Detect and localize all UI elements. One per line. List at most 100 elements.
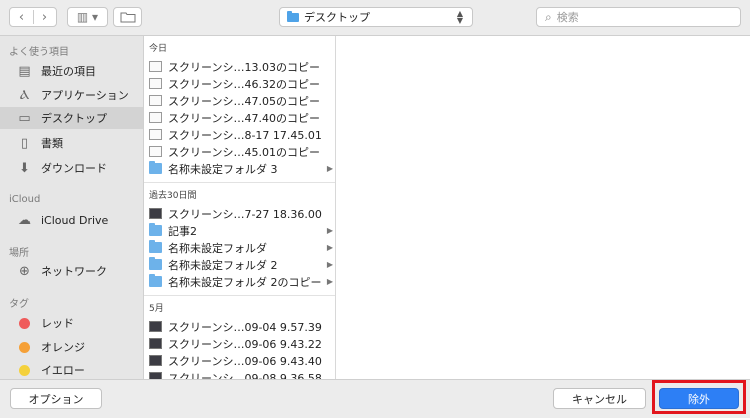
list-item[interactable]: 名称未設定フォルダ 3 ▶ <box>144 160 335 177</box>
file-name: スクリーンシ…7-27 18.36.00 <box>168 207 322 221</box>
list-item[interactable]: スクリーンシ…09-08 9.36.58 <box>144 369 335 379</box>
list-item[interactable]: 名称未設定フォルダ ▶ <box>144 239 335 256</box>
list-item[interactable]: スクリーンシ…45.01のコピー <box>144 143 335 160</box>
screenshot-file-icon <box>149 355 162 366</box>
location-label: デスクトップ <box>304 11 370 24</box>
sidebar-item-downloads[interactable]: ⬇ ダウンロード <box>0 157 143 179</box>
sidebar: よく使う項目 ▤ 最近の項目 Ⲁ アプリケーション ▭ デスクトップ ▯ 書類 … <box>0 36 144 379</box>
new-folder-button[interactable] <box>113 7 142 27</box>
list-item[interactable]: 名称未設定フォルダ 2 ▶ <box>144 256 335 273</box>
section-title-icloud: iCloud <box>9 194 41 205</box>
view-mode-button[interactable]: ▥ ▾ <box>67 7 108 27</box>
screenshot-file-icon <box>149 372 162 379</box>
sidebar-item-documents[interactable]: ▯ 書類 <box>0 132 143 154</box>
file-name: スクリーンシ…09-06 9.43.40 <box>168 354 322 368</box>
file-column: 今日 スクリーンシ…13.03のコピー スクリーンシ…46.32のコピー スクリ… <box>144 36 336 379</box>
screenshot-file-icon <box>149 321 162 332</box>
list-item[interactable]: スクリーンシ…47.05のコピー <box>144 92 335 109</box>
sidebar-item-tag-orange[interactable]: オレンジ <box>0 336 143 358</box>
tag-color-dot <box>19 317 30 329</box>
disclosure-arrow-icon: ▶ <box>326 243 334 252</box>
list-item[interactable]: スクリーンシ…8-17 17.45.01 <box>144 126 335 143</box>
applications-icon: Ⲁ <box>19 87 30 103</box>
downloads-icon: ⬇ <box>19 160 30 176</box>
tag-color-dot <box>19 341 30 353</box>
file-name: スクリーンシ…09-04 9.57.39 <box>168 320 322 334</box>
search-icon: ⌕ <box>545 9 552 24</box>
file-name: スクリーンシ…13.03のコピー <box>168 60 320 74</box>
file-name: スクリーンシ…45.01のコピー <box>168 145 320 159</box>
search-placeholder: 検索 <box>556 11 579 24</box>
sidebar-item-recents[interactable]: ▤ 最近の項目 <box>0 60 143 82</box>
section-title-locations: 場所 <box>9 248 29 259</box>
screenshot-file-icon <box>149 112 162 123</box>
sidebar-item-tag-red[interactable]: レッド <box>0 312 143 334</box>
disclosure-arrow-icon: ▶ <box>326 260 334 269</box>
file-name: スクリーンシ…46.32のコピー <box>168 77 320 91</box>
sidebar-item-applications[interactable]: Ⲁ アプリケーション <box>0 84 143 106</box>
folder-icon <box>287 10 299 22</box>
list-item[interactable]: スクリーンシ…7-27 18.36.00 <box>144 205 335 222</box>
remove-button[interactable]: 除外 <box>659 388 739 409</box>
section-title-tags: タグ <box>9 299 29 310</box>
file-name: スクリーンシ…47.40のコピー <box>168 111 320 125</box>
location-popup[interactable]: デスクトップ ▲ ▼ <box>279 7 473 27</box>
divider <box>144 295 335 296</box>
file-name: スクリーンシ…09-06 9.43.22 <box>168 337 322 351</box>
file-name: スクリーンシ…8-17 17.45.01 <box>168 128 322 142</box>
screenshot-file-icon <box>149 338 162 349</box>
sidebar-item-label: iCloud Drive <box>41 213 109 227</box>
screenshot-file-icon <box>149 95 162 106</box>
divider <box>144 182 335 183</box>
new-folder-icon <box>120 12 135 23</box>
list-item[interactable]: 名称未設定フォルダ 2のコピー ▶ <box>144 273 335 290</box>
sidebar-item-icloud-drive[interactable]: ☁ iCloud Drive <box>0 209 143 231</box>
tag-red-icon <box>15 315 34 331</box>
preview-area <box>336 36 750 379</box>
search-field[interactable]: ⌕ 検索 <box>536 7 741 27</box>
sidebar-item-label: ネットワーク <box>41 265 107 278</box>
chevron-right-icon: › <box>41 9 48 25</box>
list-item[interactable]: スクリーンシ…09-06 9.43.22 <box>144 335 335 352</box>
list-item[interactable]: スクリーンシ…47.40のコピー <box>144 109 335 126</box>
sidebar-item-desktop[interactable]: ▭ デスクトップ <box>0 107 143 129</box>
chevron-left-icon: ‹ <box>18 9 25 25</box>
tag-yellow-icon <box>15 362 34 378</box>
sidebar-item-label: 書類 <box>41 137 63 150</box>
tag-orange-icon <box>15 339 34 355</box>
file-name: スクリーンシ…47.05のコピー <box>168 94 320 108</box>
nav-buttons: ‹ › <box>9 7 57 27</box>
forward-button[interactable]: › <box>33 10 56 25</box>
list-item[interactable]: スクリーンシ…46.32のコピー <box>144 75 335 92</box>
options-button[interactable]: オプション <box>10 388 102 409</box>
sidebar-item-label: ダウンロード <box>41 162 107 175</box>
documents-icon: ▯ <box>20 135 29 151</box>
file-name: 名称未設定フォルダ 2のコピー <box>168 275 322 289</box>
sidebar-item-tag-yellow[interactable]: イエロー <box>0 359 143 381</box>
file-name: 名称未設定フォルダ <box>168 241 267 255</box>
sidebar-item-label: アプリケーション <box>41 89 129 102</box>
group-title-may: 5月 <box>149 304 164 314</box>
network-icon: ⊕ <box>19 263 30 279</box>
folder-icon <box>149 223 162 236</box>
sidebar-item-label: オレンジ <box>41 341 85 354</box>
list-item[interactable]: 記事2 ▶ <box>144 222 335 239</box>
list-item[interactable]: スクリーンシ…09-06 9.43.40 <box>144 352 335 369</box>
back-button[interactable]: ‹ <box>10 10 33 25</box>
screenshot-file-icon <box>149 129 162 140</box>
group-title-today: 今日 <box>149 44 168 54</box>
file-name: 名称未設定フォルダ 2 <box>168 258 278 272</box>
disclosure-arrow-icon: ▶ <box>326 226 334 235</box>
cloud-icon: ☁ <box>18 212 31 228</box>
column-view-icon: ▥ ▾ <box>76 10 99 24</box>
screenshot-file-icon <box>149 208 162 219</box>
toolbar: ‹ › ▥ ▾ デスクトップ ▲ ▼ ⌕ 検索 <box>0 0 750 36</box>
list-item[interactable]: スクリーンシ…13.03のコピー <box>144 58 335 75</box>
screenshot-file-icon <box>149 61 162 72</box>
sidebar-item-network[interactable]: ⊕ ネットワーク <box>0 260 143 282</box>
cancel-button[interactable]: キャンセル <box>553 388 646 409</box>
list-item[interactable]: スクリーンシ…09-04 9.57.39 <box>144 318 335 335</box>
disclosure-arrow-icon: ▶ <box>326 164 334 173</box>
section-title-favorites: よく使う項目 <box>9 47 69 58</box>
disclosure-arrow-icon: ▶ <box>326 277 334 286</box>
